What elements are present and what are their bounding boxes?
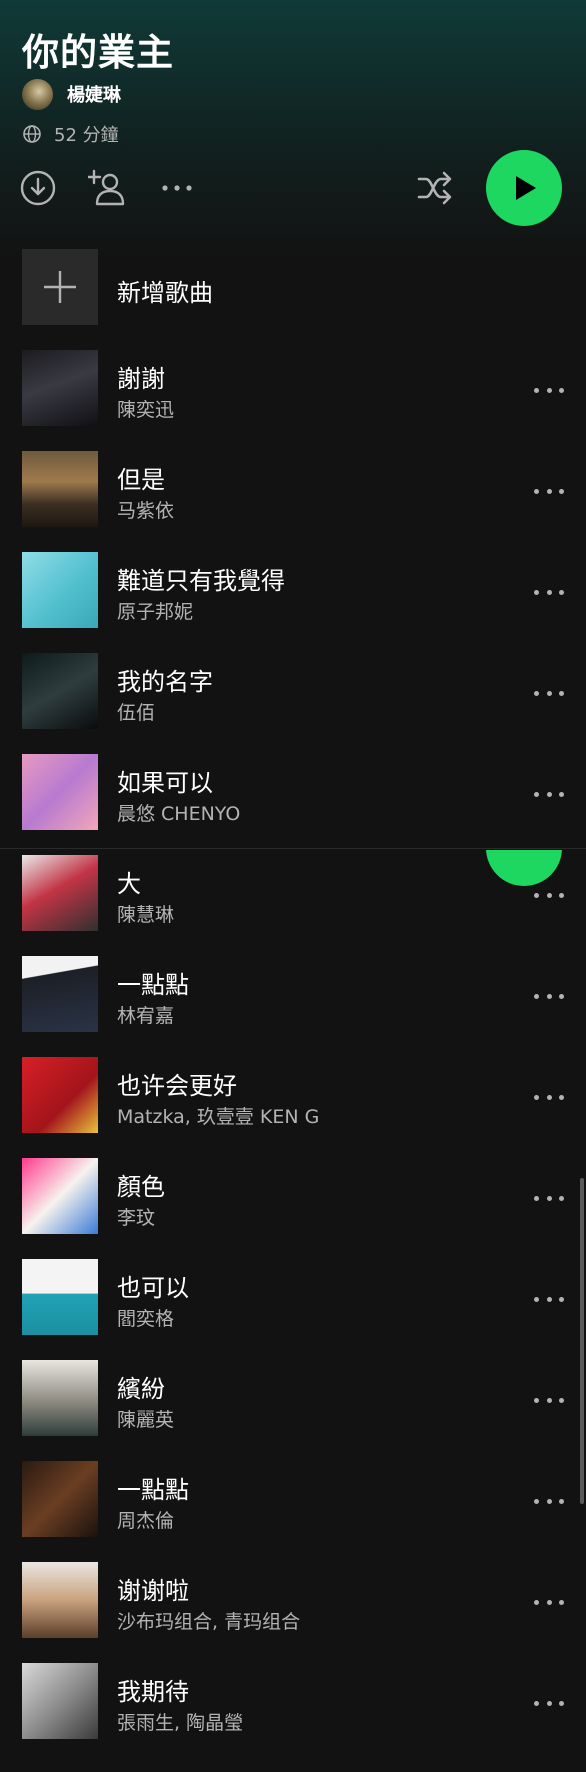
track-artist: 周杰倫 — [117, 1510, 175, 1532]
download-button[interactable] — [18, 168, 58, 208]
track-cover — [22, 653, 98, 729]
track-title: 如果可以 — [117, 769, 213, 797]
track-row[interactable]: 顏色 李玟 — [0, 1155, 586, 1256]
track-more-button[interactable] — [534, 888, 564, 902]
track-cover — [22, 350, 98, 426]
playlist-meta: 52 分鐘 — [22, 121, 119, 147]
track-artist: 林宥嘉 — [117, 1005, 175, 1027]
more-options-button[interactable] — [160, 176, 194, 200]
add-song-label[interactable]: 新增歌曲 — [117, 273, 213, 308]
track-more-button[interactable] — [534, 787, 564, 801]
track-title: 但是 — [117, 466, 165, 494]
add-user-button[interactable] — [86, 166, 130, 210]
track-title: 顏色 — [117, 1173, 165, 1201]
track-cover — [22, 855, 98, 931]
track-cover — [22, 1057, 98, 1133]
track-cover — [22, 1360, 98, 1436]
track-row[interactable]: 我的名字 伍佰 — [0, 650, 586, 751]
track-title: 我期待 — [117, 1678, 189, 1706]
track-artist: 李玟 — [117, 1207, 156, 1229]
track-artist: 晨悠 CHENYO — [117, 803, 241, 825]
track-title: 谢谢啦 — [117, 1577, 189, 1605]
track-cover — [22, 451, 98, 527]
add-song-tile[interactable] — [22, 249, 98, 325]
shuffle-button[interactable] — [416, 168, 456, 208]
track-title: 大 — [117, 870, 141, 898]
track-title: 謝謝 — [117, 365, 165, 393]
track-more-button[interactable] — [534, 1090, 564, 1104]
track-more-button[interactable] — [534, 1696, 564, 1710]
track-cover — [22, 1158, 98, 1234]
track-cover — [22, 1562, 98, 1638]
track-row[interactable]: 谢谢啦 沙布玛组合, 青玛组合 — [0, 1559, 586, 1660]
globe-icon — [23, 125, 41, 143]
track-artist: 張雨生, 陶晶瑩 — [117, 1712, 244, 1734]
track-row[interactable]: 難道只有我覺得 原子邦妮 — [0, 549, 586, 650]
track-artist: 陳慧琳 — [117, 904, 175, 926]
track-artist: 陳麗英 — [117, 1409, 175, 1431]
track-title: 一點點 — [117, 1476, 189, 1504]
more-icon — [162, 185, 192, 191]
playlist-duration: 52 分鐘 — [54, 125, 119, 146]
track-title: 一點點 — [117, 971, 189, 999]
track-more-button[interactable] — [534, 585, 564, 599]
track-cover — [22, 754, 98, 830]
track-row[interactable]: 但是 马紫依 — [0, 448, 586, 549]
track-more-button[interactable] — [534, 484, 564, 498]
track-artist: 陳奕迅 — [117, 399, 175, 421]
playlist-owner[interactable]: 楊婕琳 — [22, 78, 121, 110]
track-cover — [22, 1663, 98, 1739]
track-cover — [22, 552, 98, 628]
track-cover — [22, 956, 98, 1032]
track-more-button[interactable] — [534, 1595, 564, 1609]
track-row[interactable]: 一點點 林宥嘉 — [0, 953, 586, 1054]
track-row[interactable]: 如果可以 晨悠 CHENYO — [0, 751, 586, 852]
track-title: 我的名字 — [117, 668, 213, 696]
track-more-button[interactable] — [534, 1393, 564, 1407]
track-artist: 伍佰 — [117, 702, 156, 724]
play-icon — [516, 176, 536, 200]
plus-icon — [44, 271, 76, 303]
track-more-button[interactable] — [534, 1292, 564, 1306]
playlist-toolbar — [0, 146, 586, 226]
owner-avatar[interactable] — [22, 78, 53, 110]
download-icon — [20, 170, 56, 206]
add-song-row[interactable]: 新增歌曲 — [0, 249, 586, 325]
track-more-button[interactable] — [534, 686, 564, 700]
track-artist: Matzka, 玖壹壹 KEN G — [117, 1106, 320, 1128]
track-more-button[interactable] — [534, 1191, 564, 1205]
track-row[interactable]: 繽紛 陳麗英 — [0, 1357, 586, 1458]
track-row[interactable]: 也许会更好 Matzka, 玖壹壹 KEN G — [0, 1054, 586, 1155]
track-cover — [22, 1259, 98, 1335]
track-cover — [22, 1461, 98, 1537]
track-row[interactable]: 謝謝 陳奕迅 — [0, 347, 586, 448]
track-title: 也许会更好 — [117, 1072, 237, 1100]
track-more-button[interactable] — [534, 1494, 564, 1508]
track-artist: 原子邦妮 — [117, 601, 194, 623]
owner-name[interactable]: 楊婕琳 — [67, 81, 121, 107]
scrollbar-thumb[interactable] — [580, 1178, 584, 1504]
track-list: 謝謝 陳奕迅 但是 马紫依 難道只有我覺得 原子邦妮 我的名字 伍佰 如果可以 … — [0, 347, 586, 1761]
track-row[interactable]: 一點點 周杰倫 — [0, 1458, 586, 1559]
track-title: 難道只有我覺得 — [117, 567, 285, 595]
track-row[interactable]: 也可以 閻奕格 — [0, 1256, 586, 1357]
track-more-button[interactable] — [534, 383, 564, 397]
track-row[interactable]: 我期待 張雨生, 陶晶瑩 — [0, 1660, 586, 1761]
add-user-icon — [88, 169, 125, 206]
track-more-button[interactable] — [534, 989, 564, 1003]
track-title: 也可以 — [117, 1274, 189, 1302]
track-artist: 閻奕格 — [117, 1308, 175, 1330]
play-button[interactable] — [486, 150, 562, 226]
shuffle-icon — [417, 171, 452, 205]
track-artist: 沙布玛组合, 青玛组合 — [117, 1611, 301, 1633]
track-artist: 马紫依 — [117, 500, 175, 522]
track-title: 繽紛 — [117, 1375, 165, 1403]
playlist-title: 你的業主 — [22, 31, 174, 74]
sticky-header-divider — [0, 848, 586, 849]
